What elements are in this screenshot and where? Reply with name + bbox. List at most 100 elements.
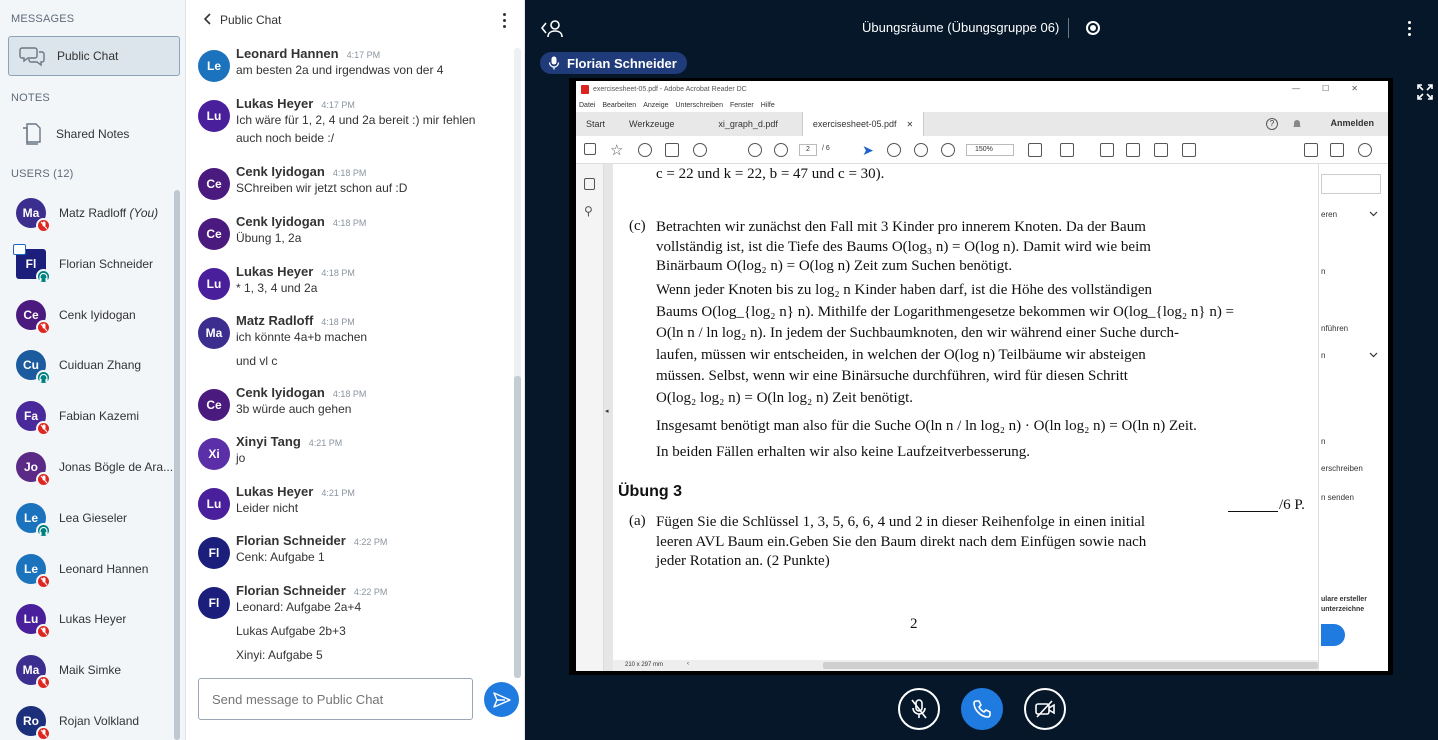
avatar-initials: Le bbox=[23, 562, 38, 576]
acrobat-menu-item[interactable]: Hilfe bbox=[761, 102, 775, 109]
collapse-arrow-icon[interactable]: ◂ bbox=[605, 407, 609, 415]
page-number-input[interactable]: 2 bbox=[799, 144, 817, 156]
page-down-icon[interactable] bbox=[774, 143, 788, 157]
acrobat-menu-item[interactable]: Anzeige bbox=[643, 102, 668, 109]
user-list-item[interactable]: Cu Cuiduan Zhang bbox=[16, 345, 176, 385]
user-name: Lea Gieseler bbox=[59, 511, 127, 525]
comment-icon[interactable] bbox=[1100, 143, 1114, 157]
user-list-scroll-thumb[interactable] bbox=[174, 190, 180, 740]
message-body: Florian Schneider 4:22 PM Cenk: Aufgabe 1 bbox=[236, 533, 508, 566]
zoom-level-select[interactable]: 150% bbox=[966, 144, 1014, 156]
message-time: 4:18 PM bbox=[332, 168, 367, 178]
attachment-icon[interactable]: ⚲ bbox=[584, 204, 593, 218]
bell-icon[interactable] bbox=[1292, 118, 1302, 132]
save-icon[interactable] bbox=[584, 143, 596, 155]
message-text: Ich wäre für 1, 2, 4 und 2a bereit :) mi… bbox=[236, 113, 476, 127]
tab-xi-graph[interactable]: xi_graph_d.pdf bbox=[708, 112, 788, 136]
signin-button[interactable]: Anmelden bbox=[1330, 118, 1374, 128]
page-up-icon[interactable] bbox=[748, 143, 762, 157]
share-webcam-button[interactable] bbox=[1024, 688, 1066, 730]
acrobat-menu-item[interactable]: Datei bbox=[579, 102, 595, 109]
share-link-icon[interactable] bbox=[1304, 143, 1318, 157]
send-message-button[interactable] bbox=[484, 682, 519, 717]
message-time: 4:18 PM bbox=[321, 268, 355, 278]
avatar-initials: Le bbox=[23, 511, 38, 525]
user-list-item[interactable]: Le Leonard Hannen bbox=[16, 549, 176, 589]
select-cursor-icon[interactable]: ➤ bbox=[862, 142, 874, 159]
fit-page-icon[interactable] bbox=[1028, 143, 1042, 157]
acrobat-menu-item[interactable]: Unterschreiben bbox=[676, 102, 723, 109]
zoom-in-icon[interactable] bbox=[941, 143, 955, 157]
tools-pane-item[interactable]: n bbox=[1321, 267, 1325, 276]
tab-werkzeuge[interactable]: Werkzeuge bbox=[619, 112, 684, 136]
user-list-item[interactable]: Fl Florian Schneider bbox=[13, 244, 176, 284]
help-icon[interactable]: ? bbox=[1266, 118, 1278, 130]
zoom-search-icon[interactable] bbox=[693, 143, 707, 157]
email-icon[interactable] bbox=[1330, 143, 1344, 157]
star-icon[interactable]: ☆ bbox=[610, 141, 623, 159]
user-list-scrollbar[interactable] bbox=[174, 190, 180, 740]
zoom-out-icon[interactable] bbox=[914, 143, 928, 157]
user-name-text: Cenk Iyidogan bbox=[59, 308, 136, 322]
leave-audio-button[interactable] bbox=[961, 688, 1003, 730]
message-text: jo bbox=[236, 451, 246, 465]
tools-search-input[interactable] bbox=[1321, 174, 1381, 194]
hscroll-left-icon[interactable]: ‹ bbox=[687, 661, 689, 667]
chat-title: Public Chat bbox=[220, 13, 282, 27]
horizontal-scrollbar[interactable] bbox=[823, 662, 1318, 669]
tools-pane-item[interactable]: unterzeichne bbox=[1321, 606, 1364, 613]
chevron-down-icon[interactable] bbox=[1369, 210, 1378, 219]
tools-pane-item[interactable]: n bbox=[1321, 351, 1325, 360]
muted-mic-icon bbox=[36, 320, 51, 335]
pages-panel-icon[interactable] bbox=[584, 178, 595, 190]
print-icon[interactable] bbox=[665, 143, 679, 157]
user-list-item[interactable]: Jo Jonas Bögle de Ara... bbox=[16, 447, 176, 487]
user-list-item[interactable]: Ma Maik Simke bbox=[16, 650, 176, 690]
sidebar-item-public-chat[interactable]: Public Chat bbox=[8, 36, 180, 76]
paragraph-c3: Insgesamt benötigt man also für die Such… bbox=[656, 418, 1197, 434]
hand-tool-icon[interactable] bbox=[887, 143, 901, 157]
tools-pane-item[interactable]: ulare ersteller bbox=[1321, 596, 1367, 603]
scroll-mode-icon[interactable] bbox=[1060, 143, 1074, 157]
chat-message-input[interactable] bbox=[198, 678, 473, 720]
unmute-button[interactable] bbox=[898, 688, 940, 730]
user-list-item[interactable]: Ma Matz Radloff (You) bbox=[16, 193, 176, 233]
tools-pane-item[interactable]: eren bbox=[1321, 210, 1337, 219]
acrobat-window-title: exercisesheet-05.pdf - Adobe Acrobat Rea… bbox=[593, 86, 747, 93]
chat-scroll-thumb[interactable] bbox=[514, 376, 521, 678]
upload-icon[interactable] bbox=[638, 143, 652, 157]
page-line: Wenn jeder Knoten bis zu log₂ n Kinder h… bbox=[656, 282, 1152, 298]
tools-pane-item[interactable]: erschreiben bbox=[1321, 464, 1363, 473]
message-text: Leider nicht bbox=[236, 501, 299, 515]
fullscreen-icon[interactable] bbox=[1417, 84, 1433, 103]
acrobat-menu-item[interactable]: Fenster bbox=[730, 102, 754, 109]
close-tab-icon[interactable]: ✕ bbox=[906, 120, 913, 129]
tab-exercisesheet[interactable]: exercisesheet-05.pdf ✕ bbox=[801, 112, 925, 136]
options-menu-icon[interactable] bbox=[1404, 20, 1414, 36]
tools-action-button[interactable] bbox=[1321, 624, 1345, 646]
chevron-down-icon[interactable] bbox=[1369, 351, 1378, 360]
message-body: Leonard Hannen 4:17 PM am besten 2a und ir… bbox=[236, 46, 508, 79]
fill-sign-icon[interactable] bbox=[1182, 143, 1196, 157]
highlight-icon[interactable] bbox=[1126, 143, 1140, 157]
toggle-userlist-icon[interactable] bbox=[540, 18, 564, 41]
user-list-item[interactable]: Ro Rojan Volkland bbox=[16, 701, 176, 740]
user-list-item[interactable]: Le Lea Gieseler bbox=[16, 498, 176, 538]
user-list-item[interactable]: Fa Fabian Kazemi bbox=[16, 396, 176, 436]
chat-options-icon[interactable] bbox=[499, 13, 509, 28]
chat-scrollbar[interactable] bbox=[514, 48, 521, 678]
acrobat-menu-item[interactable]: Bearbeiten bbox=[602, 102, 636, 109]
add-user-icon[interactable] bbox=[1358, 143, 1372, 157]
avatar-initials: Ma bbox=[22, 206, 40, 220]
tools-pane-item[interactable]: n senden bbox=[1321, 493, 1354, 502]
record-button[interactable] bbox=[1086, 21, 1100, 35]
user-list-item[interactable]: Ce Cenk Iyidogan bbox=[16, 295, 176, 335]
user-list-item[interactable]: Lu Lukas Heyer bbox=[16, 599, 176, 639]
tab-start[interactable]: Start bbox=[576, 112, 615, 136]
tools-pane-item[interactable]: nführen bbox=[1321, 324, 1348, 333]
sign-icon[interactable] bbox=[1154, 143, 1168, 157]
sidebar-item-shared-notes[interactable]: Shared Notes bbox=[8, 114, 180, 154]
chevron-left-icon[interactable] bbox=[203, 12, 212, 28]
left-panel-toggle[interactable]: ◂ bbox=[604, 164, 613, 671]
tools-pane-item[interactable]: n bbox=[1321, 437, 1325, 446]
